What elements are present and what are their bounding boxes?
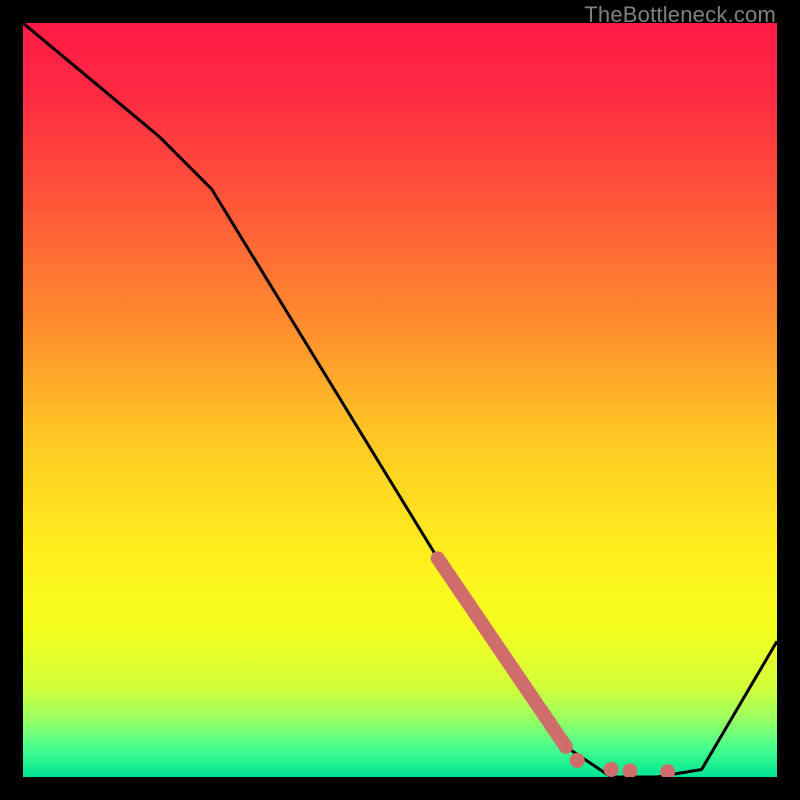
chart-plot-area: [23, 23, 777, 777]
chart-svg: [23, 23, 777, 777]
dot-2: [604, 762, 619, 777]
dot-1: [570, 753, 585, 768]
watermark-text: TheBottleneck.com: [584, 2, 776, 28]
gradient-background: [23, 23, 777, 777]
